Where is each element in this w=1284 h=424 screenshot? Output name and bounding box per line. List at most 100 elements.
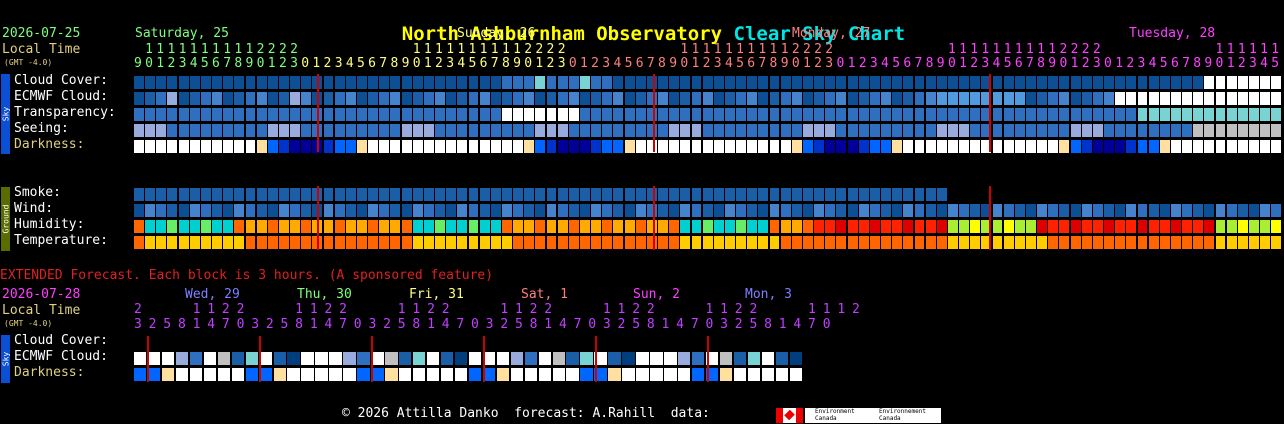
transparency-cell [892, 108, 903, 121]
transparency-cell [847, 108, 858, 121]
darkness-cell [736, 140, 747, 153]
transparency-cell [758, 108, 769, 121]
transparency-cell [1014, 108, 1025, 121]
temperature-cell [624, 236, 635, 249]
temperature-cell [713, 236, 724, 249]
transparency-cell [290, 108, 301, 121]
ecmwf-cloud-cell [1204, 92, 1215, 105]
ecmwf-cloud-cell [1137, 92, 1148, 105]
transparency-cell [613, 108, 624, 121]
environment-canada-logo[interactable]: Environment Canada Environnement Canada [805, 408, 941, 423]
ext-darkness-cell [733, 368, 747, 381]
humidity-cell [1182, 220, 1193, 233]
ecmwf-cloud-cell [368, 92, 379, 105]
smoke-cell [925, 188, 936, 201]
ext-darkness-cell [161, 368, 175, 381]
temperature-cell [568, 236, 579, 249]
ecmwf-cloud-cell [267, 92, 278, 105]
seeing-cell [780, 124, 791, 137]
humidity-cell [1003, 220, 1014, 233]
footer-credits: © 2026 Attilla Danko forecast: A.Rahill … [342, 406, 710, 421]
canada-flag-icon[interactable] [776, 408, 803, 423]
wind-cell [847, 204, 858, 217]
cloud-cover-cell [669, 76, 680, 89]
ecmwf-cloud-cell [970, 92, 981, 105]
transparency-cell [769, 108, 780, 121]
humidity-cell [1204, 220, 1215, 233]
temperature-cell [1249, 236, 1259, 249]
wind-cell [189, 204, 200, 217]
humidity-cell [713, 220, 724, 233]
ext-darkness-cell [692, 368, 705, 381]
wind-cell [524, 204, 535, 217]
ecmwf-cloud-cell [1215, 92, 1226, 105]
wind-cell [1215, 204, 1226, 217]
humidity-cell [736, 220, 747, 233]
temperature-cell [334, 236, 345, 249]
humidity-cell [1237, 220, 1248, 233]
smoke-cell [390, 188, 401, 201]
temperature-cell [457, 236, 468, 249]
temperature-cell [546, 236, 557, 249]
transparency-cell [1271, 108, 1282, 121]
ext-ecmwf-cell [217, 352, 231, 365]
humidity-cell [602, 220, 613, 233]
transparency-cell [357, 108, 367, 121]
wind-cell [758, 204, 769, 217]
transparency-cell [1148, 108, 1159, 121]
ecmwf-cloud-cell [791, 92, 802, 105]
darkness-cell [501, 140, 512, 153]
seeing-cell [881, 124, 891, 137]
cloud-cover-cell [713, 76, 724, 89]
smoke-cell [825, 188, 836, 201]
seeing-cell [580, 124, 590, 137]
darkness-cell [758, 140, 769, 153]
temperature-cell [646, 236, 657, 249]
ecmwf-cloud-cell [468, 92, 479, 105]
seeing-cell [1092, 124, 1103, 137]
cloud-cover-cell [568, 76, 579, 89]
seeing-cell [814, 124, 825, 137]
ecmwf-cloud-cell [412, 92, 423, 105]
seeing-cell [613, 124, 624, 137]
seeing-cell [825, 124, 836, 137]
smoke-cell [401, 188, 412, 201]
transparency-cell [1159, 108, 1170, 121]
humidity-cell [301, 220, 312, 233]
seeing-cell [524, 124, 535, 137]
wind-cell [658, 204, 668, 217]
ext-sky-tab[interactable]: Sky [1, 335, 10, 383]
sky-tab-label: Sky [1, 106, 10, 122]
cloud-cover-cell [1237, 76, 1248, 89]
humidity-cell [212, 220, 222, 233]
humidity-cell [423, 220, 434, 233]
transparency-cell [234, 108, 245, 121]
wind-cell [1237, 204, 1248, 217]
ecmwf-cloud-cell [234, 92, 245, 105]
wind-cell [245, 204, 256, 217]
wind-cell [323, 204, 334, 217]
ext-ecmwf-cell [496, 352, 510, 365]
wind-cell [278, 204, 289, 217]
wind-cell [602, 204, 613, 217]
ground-tab[interactable]: Ground [1, 187, 10, 251]
wind-cell [156, 204, 167, 217]
ext-darkness-cell [175, 368, 189, 381]
temperature-cell [914, 236, 925, 249]
transparency-cell [1126, 108, 1137, 121]
ext-ecmwf-cell [538, 352, 551, 365]
row-label-ecmwf-cloud: ECMWF Cloud: [14, 89, 108, 104]
ecmwf-cloud-cell [557, 92, 568, 105]
humidity-cell [435, 220, 445, 233]
ecmwf-cloud-cell [602, 92, 613, 105]
temperature-cell [1271, 236, 1282, 249]
ext-darkness-cell [719, 368, 733, 381]
transparency-cell [1048, 108, 1059, 121]
ecmwf-cloud-cell [925, 92, 936, 105]
sky-tab[interactable]: Sky [1, 74, 10, 154]
ecmwf-cloud-cell [334, 92, 345, 105]
wind-cell [1182, 204, 1193, 217]
temperature-cell [1003, 236, 1014, 249]
darkness-cell [479, 140, 490, 153]
seeing-cell [903, 124, 914, 137]
